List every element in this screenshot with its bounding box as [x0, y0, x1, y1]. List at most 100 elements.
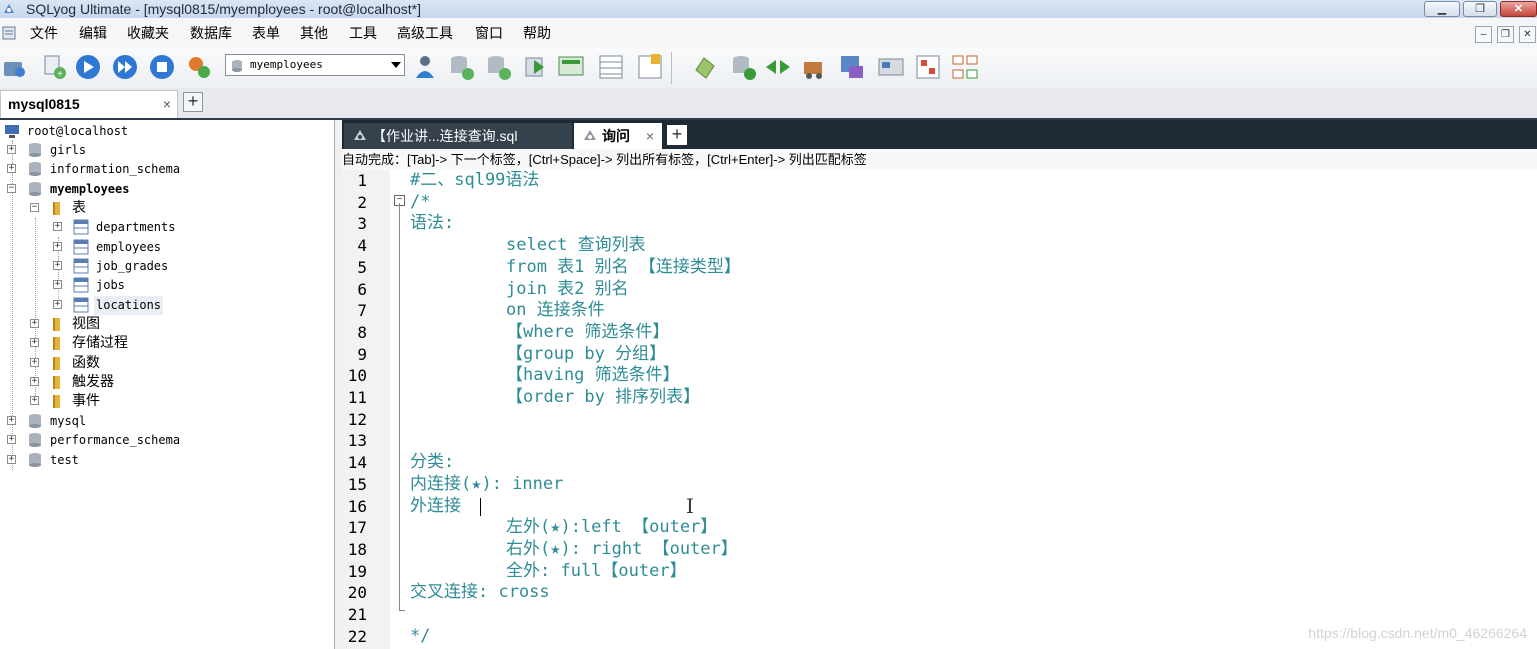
line-number: 6	[357, 279, 367, 299]
line-number: 5	[357, 257, 367, 277]
add-query-tab-button[interactable]: +	[667, 125, 687, 145]
schema-designer-icon[interactable]	[913, 52, 943, 82]
menu-window[interactable]: 窗口	[475, 18, 503, 48]
connection-tab-label: mysql0815	[8, 96, 80, 112]
tree-node-label: information_schema	[50, 162, 181, 176]
code-line[interactable]: 【order by 排序列表】	[506, 387, 700, 409]
code-line[interactable]: join 表2 别名	[506, 279, 629, 301]
expand-icon[interactable]: +	[30, 338, 39, 347]
code-line[interactable]: 【group by 分组】	[506, 344, 666, 366]
code-line[interactable]: 左外(★):left 【outer】	[506, 517, 717, 539]
code-line[interactable]: /*	[410, 192, 430, 214]
connection-tab-mysql0815[interactable]: mysql0815 ×	[0, 90, 178, 118]
code-line[interactable]: 【having 筛选条件】	[506, 365, 680, 387]
add-connection-tab-button[interactable]: +	[183, 92, 203, 112]
sync-data-icon[interactable]	[763, 52, 793, 82]
expand-icon[interactable]: +	[53, 242, 62, 251]
folder-icon	[53, 202, 60, 215]
schema-sync-icon[interactable]	[635, 52, 665, 82]
code-line[interactable]: 分类:	[410, 452, 454, 474]
expand-icon[interactable]: +	[30, 358, 39, 367]
expand-icon[interactable]: +	[7, 455, 16, 464]
scheduler-icon[interactable]	[837, 52, 867, 82]
tree-node-label: myemployees	[50, 182, 130, 196]
export-icon[interactable]	[556, 52, 586, 82]
line-number: 20	[347, 583, 367, 603]
menu-help[interactable]: 帮助	[523, 18, 551, 48]
menu-favorites[interactable]: 收藏夹	[127, 18, 169, 48]
expand-icon[interactable]: +	[30, 319, 39, 328]
backup-icon[interactable]	[690, 52, 720, 82]
new-query-icon[interactable]: +	[39, 52, 69, 82]
collapse-icon[interactable]: −	[30, 203, 39, 212]
line-number: 18	[347, 539, 367, 559]
expand-icon[interactable]: +	[53, 280, 62, 289]
menu-file[interactable]: 文件	[30, 18, 58, 48]
code-line[interactable]: 语法:	[410, 213, 454, 235]
expand-icon[interactable]: +	[7, 164, 16, 173]
tree-node-label: 表	[72, 200, 86, 216]
migration-icon[interactable]	[801, 52, 831, 82]
query-tab-file[interactable]: 【作业讲...连接查询.sql	[344, 123, 572, 149]
close-button[interactable]: ✕	[1500, 1, 1537, 17]
visual-data-compare-icon[interactable]	[950, 52, 980, 82]
line-number: 17	[347, 518, 367, 538]
import-icon[interactable]	[520, 52, 550, 82]
expand-icon[interactable]: +	[53, 222, 62, 231]
menu-table[interactable]: 表单	[252, 18, 280, 48]
svg-text:+: +	[57, 69, 63, 80]
expand-icon[interactable]: +	[30, 396, 39, 405]
code-line[interactable]: 右外(★): right 【outer】	[506, 539, 738, 561]
code-line[interactable]: from 表1 别名 【连接类型】	[506, 257, 741, 279]
expand-icon[interactable]: +	[7, 435, 16, 444]
code-line[interactable]: select 查询列表	[506, 235, 646, 257]
create-table-icon[interactable]	[446, 52, 476, 82]
restore-icon[interactable]	[728, 52, 758, 82]
execute-all-icon[interactable]	[110, 52, 140, 82]
mdi-close-button[interactable]: ✕	[1519, 26, 1536, 43]
close-icon[interactable]: ×	[163, 91, 171, 118]
new-connection-icon[interactable]	[0, 52, 30, 82]
line-number: 15	[347, 474, 367, 494]
table-icon	[73, 258, 89, 274]
text-caret	[480, 498, 481, 516]
code-line[interactable]: 外连接	[410, 496, 461, 518]
minimize-button[interactable]: ▁	[1424, 1, 1460, 17]
code-line[interactable]: 内连接(★): inner	[410, 474, 563, 496]
code-line[interactable]: #二、sql99语法	[410, 170, 539, 192]
code-line[interactable]: 交叉连接: cross	[410, 582, 550, 604]
code-line[interactable]: on 连接条件	[506, 300, 605, 322]
code-line[interactable]: */	[410, 626, 430, 648]
alter-table-icon[interactable]	[483, 52, 513, 82]
expand-icon[interactable]: +	[53, 300, 62, 309]
close-icon[interactable]: ×	[646, 123, 654, 149]
database-tools-icon[interactable]	[184, 52, 214, 82]
execute-edit-icon[interactable]	[147, 52, 177, 82]
code-line[interactable]: 全外: full【outer】	[506, 561, 687, 583]
line-number: 8	[357, 322, 367, 342]
user-manager-icon[interactable]	[410, 52, 440, 82]
collapse-icon[interactable]: −	[7, 184, 16, 193]
menu-advanced-tools[interactable]: 高级工具	[397, 18, 453, 48]
expand-icon[interactable]: +	[30, 377, 39, 386]
expand-icon[interactable]: +	[7, 416, 16, 425]
menu-database[interactable]: 数据库	[190, 18, 232, 48]
execute-query-icon[interactable]	[73, 52, 103, 82]
line-number: 10	[347, 366, 367, 386]
menu-tools[interactable]: 工具	[349, 18, 377, 48]
table-data-icon[interactable]	[596, 52, 626, 82]
expand-icon[interactable]: +	[53, 261, 62, 270]
sql-editor[interactable]: 1 2 3 4 5 6 7 8 9 10 11 12 13 14 15 16 17 18 19 20 21 22 − #二…	[342, 170, 1537, 649]
mdi-minimize-button[interactable]: –	[1475, 26, 1492, 43]
database-select[interactable]: myemployees	[225, 54, 405, 76]
mdi-restore-button[interactable]: ❐	[1497, 26, 1514, 43]
restore-button[interactable]: ❐	[1463, 1, 1497, 17]
database-icon	[29, 143, 41, 157]
code-line[interactable]: 【where 筛选条件】	[506, 322, 669, 344]
expand-icon[interactable]: +	[7, 145, 16, 154]
query-builder-icon[interactable]	[876, 52, 906, 82]
menu-other[interactable]: 其他	[300, 18, 328, 48]
query-tab-active[interactable]: 询问 ×	[574, 123, 662, 149]
tree-node-label: 触发器	[72, 374, 114, 390]
menu-edit[interactable]: 编辑	[79, 18, 107, 48]
